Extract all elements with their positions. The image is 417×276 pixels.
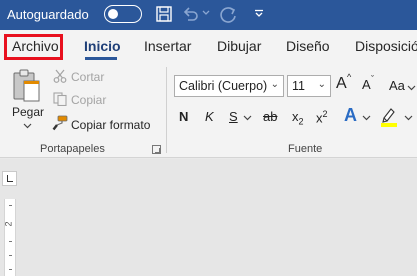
font-name-combo[interactable]: Calibri (Cuerpo) ⌄ [174, 75, 284, 97]
paste-dropdown-icon[interactable] [23, 123, 32, 129]
ruler-tick [9, 205, 12, 206]
chevron-down-icon[interactable]: ⌄ [318, 79, 326, 90]
superscript-button[interactable]: x2 [316, 109, 328, 125]
ruler-tick [9, 269, 12, 270]
change-case-button[interactable]: Aa [389, 78, 405, 93]
title-bar: Autoguardado [0, 0, 417, 30]
font-size-combo[interactable]: 11 ⌄ [287, 75, 331, 97]
shrink-font-button[interactable]: A [362, 77, 371, 92]
chevron-down-icon[interactable] [243, 115, 252, 121]
chevron-down-icon[interactable] [407, 85, 416, 91]
ribbon-tabs: Archivo Inicio Insertar Dibujar Diseño D… [0, 30, 417, 63]
save-icon[interactable] [155, 5, 173, 23]
chevron-down-icon[interactable] [362, 115, 371, 121]
format-painter-label[interactable]: Copiar formato [71, 118, 150, 132]
paste-label[interactable]: Pegar [12, 105, 44, 119]
superscript-mark: 2 [322, 109, 328, 119]
toggle-knob [108, 8, 118, 19]
cut-label[interactable]: Cortar [71, 70, 104, 84]
tab-dibujar[interactable]: Dibujar [217, 38, 261, 54]
document-area: 2 [0, 159, 417, 276]
cut-icon[interactable] [53, 69, 67, 83]
active-tab-indicator [85, 57, 117, 60]
subscript-button[interactable]: x2 [292, 109, 304, 127]
word-window: Autoguardado Archivo Inicio Insertar Dib… [0, 0, 417, 276]
highlighter-icon[interactable] [380, 105, 398, 127]
tab-selector-icon[interactable] [2, 171, 17, 186]
caret-down-icon: ˇ [371, 74, 374, 84]
chevron-down-icon[interactable]: ⌄ [271, 79, 279, 90]
font-name-value: Calibri (Cuerpo) [179, 79, 268, 93]
grow-font-button[interactable]: A [336, 75, 347, 93]
bold-button[interactable]: N [179, 109, 188, 124]
font-group-label: Fuente [288, 143, 323, 155]
ribbon-panel: Pegar Cortar Copiar Copiar formato Porta… [0, 63, 417, 158]
tab-inicio[interactable]: Inicio [84, 38, 121, 54]
ruler-tick [9, 241, 12, 242]
clipboard-group-label: Portapapeles [40, 143, 105, 155]
autosave-toggle[interactable] [104, 5, 142, 23]
undo-icon[interactable] [181, 5, 199, 23]
caret-up-icon: ^ [347, 72, 352, 82]
vertical-ruler: 2 [4, 199, 16, 276]
text-effects-button[interactable]: A [344, 105, 357, 126]
redo-icon[interactable] [219, 5, 239, 25]
autosave-label: Autoguardado [7, 7, 89, 22]
tab-insertar[interactable]: Insertar [144, 38, 191, 54]
italic-button[interactable]: K [205, 109, 214, 124]
clipboard-dialog-launcher-icon[interactable] [152, 145, 161, 154]
copy-icon[interactable] [53, 92, 67, 106]
strikethrough-button[interactable]: ab [263, 109, 277, 124]
ruler-number: 2 [3, 221, 14, 227]
underline-button[interactable]: S [229, 109, 238, 124]
paste-icon[interactable] [12, 68, 42, 104]
tab-disposicion[interactable]: Disposición [355, 38, 417, 54]
format-painter-icon[interactable] [52, 115, 68, 131]
chevron-down-icon[interactable] [404, 115, 413, 121]
customize-qat-icon[interactable] [254, 9, 264, 19]
subscript-mark: 2 [298, 116, 304, 127]
font-size-value: 11 [292, 79, 305, 93]
undo-dropdown-icon[interactable] [202, 9, 210, 17]
ruler-tick [9, 255, 12, 256]
file-tab-highlight [4, 34, 63, 60]
copy-label[interactable]: Copiar [71, 93, 106, 107]
tab-diseno[interactable]: Diseño [286, 38, 330, 54]
group-separator [166, 67, 167, 153]
